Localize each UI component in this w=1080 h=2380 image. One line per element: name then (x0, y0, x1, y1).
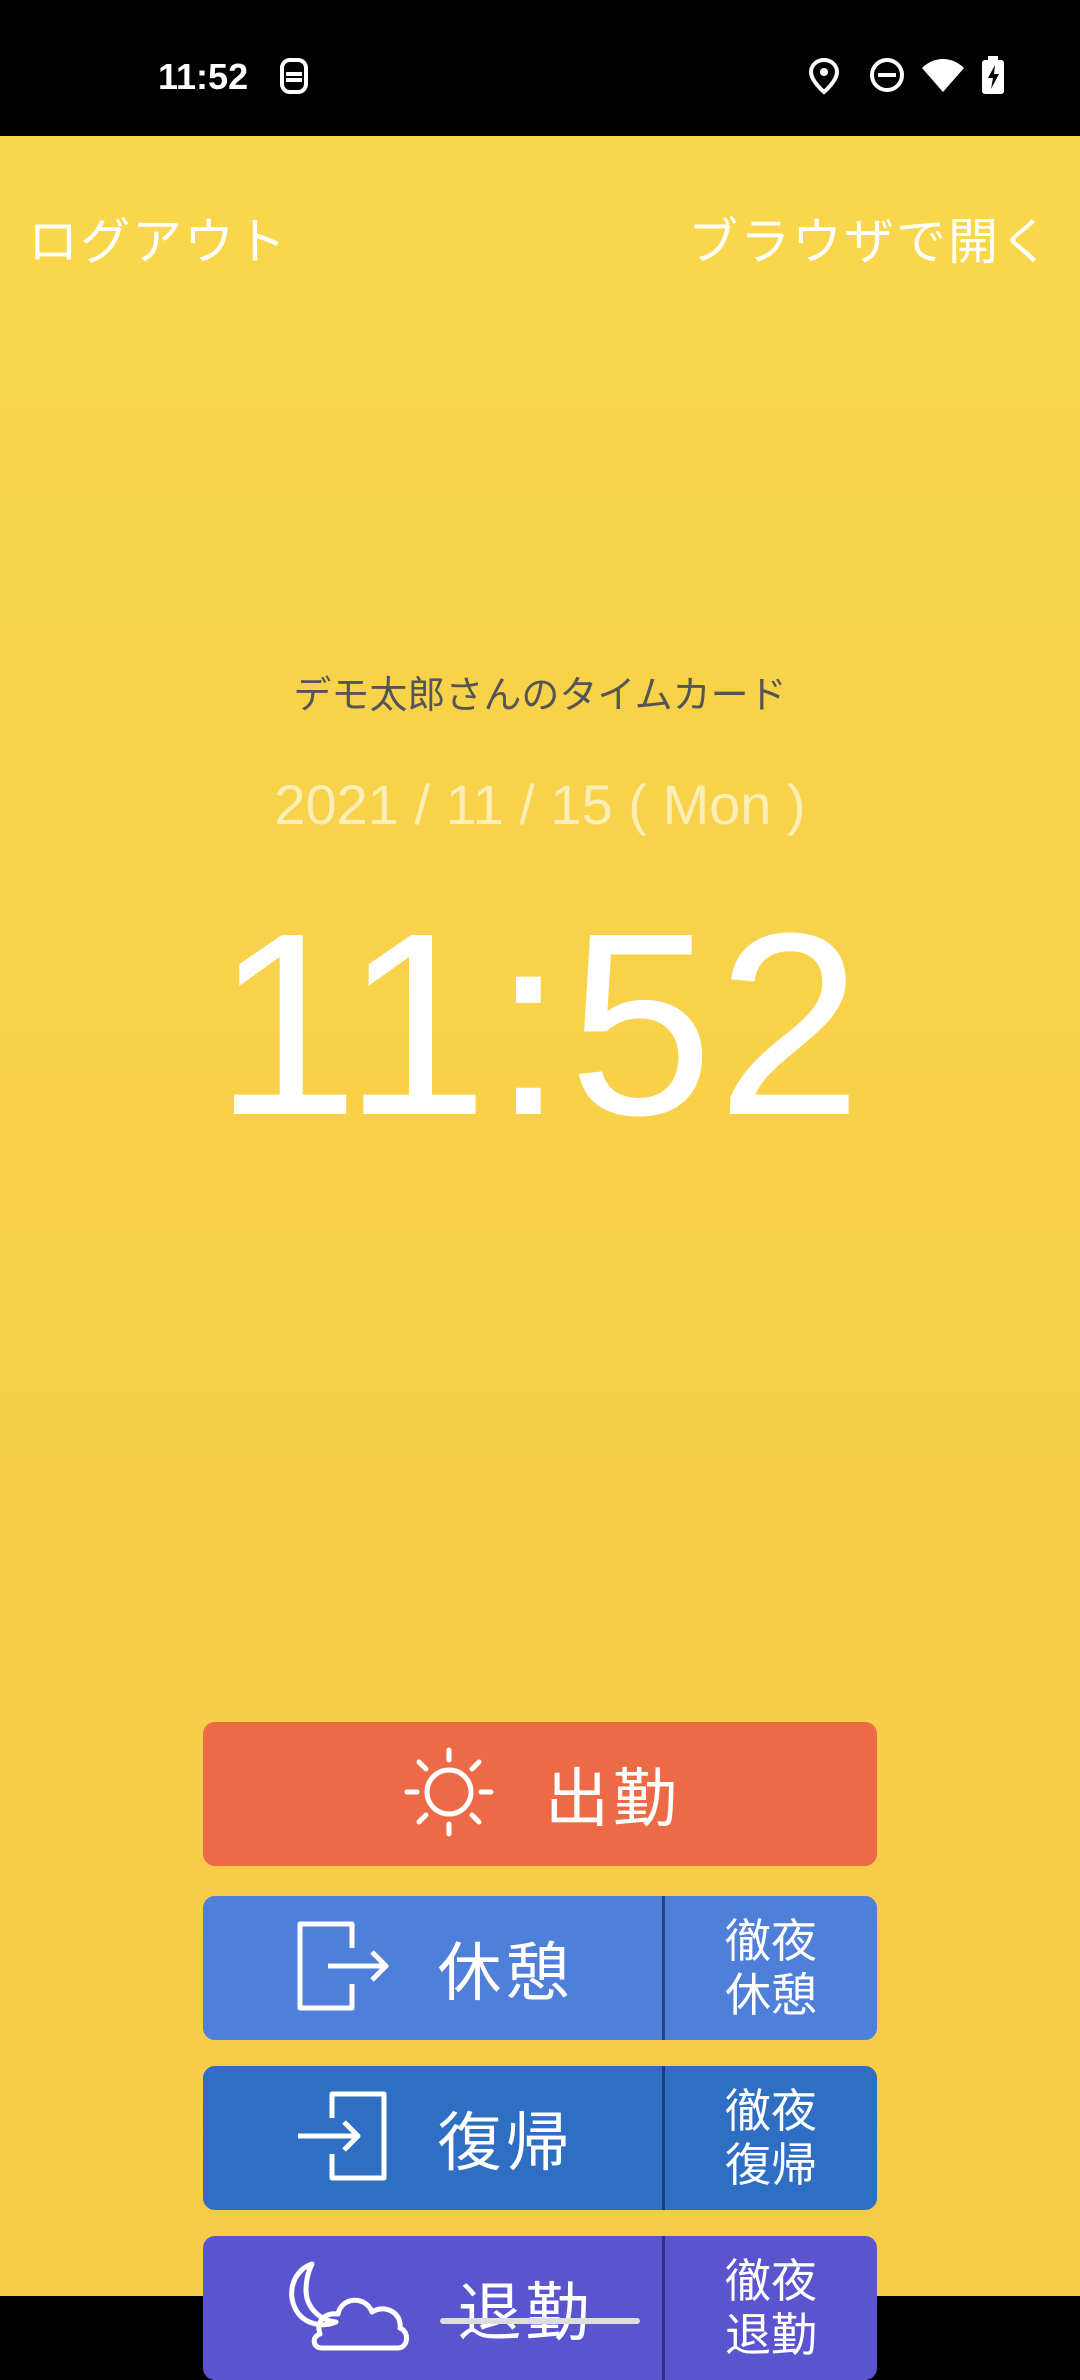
overnight-clock-out-label-1: 徹夜 (725, 2254, 817, 2308)
overnight-return-button[interactable]: 徹夜 復帰 (662, 2066, 877, 2210)
clock-in-label: 出勤 (545, 1763, 681, 1837)
wifi-icon (920, 56, 966, 98)
overnight-return-label-2: 復帰 (725, 2138, 817, 2192)
overnight-break-label-1: 徹夜 (725, 1914, 817, 1968)
open-in-browser-link[interactable]: ブラウザで開く (688, 202, 1052, 274)
break-button-group: 休憩 徹夜 休憩 (203, 1896, 877, 2040)
exit-door-icon (292, 1918, 392, 2018)
do-not-disturb-icon (868, 56, 906, 98)
overnight-break-button[interactable]: 徹夜 休憩 (662, 1896, 877, 2040)
overnight-clock-out-label-2: 退勤 (725, 2308, 817, 2362)
timecard-owner: デモ太郎さんのタイムカード (293, 673, 787, 717)
moon-cloud-icon (272, 2256, 412, 2360)
clock-in-button[interactable]: 出勤 (203, 1722, 877, 1866)
enter-door-icon (292, 2088, 392, 2188)
logout-link[interactable]: ログアウト (28, 202, 288, 274)
location-icon (806, 56, 842, 100)
break-label: 休憩 (437, 1937, 574, 2011)
status-time: 11:52 (158, 56, 249, 97)
app-notification-icon (276, 56, 312, 100)
overnight-clock-out-button[interactable]: 徹夜 退勤 (662, 2236, 877, 2380)
current-time: 11:52 (214, 880, 866, 1170)
return-label: 復帰 (437, 2107, 574, 2181)
overnight-break-label-2: 休憩 (725, 1968, 817, 2022)
clock-out-button-group: 退勤 徹夜 退勤 (203, 2236, 877, 2380)
status-bar: 11:52 (0, 0, 1080, 136)
navigation-gesture-handle[interactable] (440, 2318, 640, 2324)
app-screen: ログアウト ブラウザで開く デモ太郎さんのタイムカード 2021 / 11 / … (0, 136, 1080, 2380)
battery-charging-icon (980, 56, 1006, 100)
return-button[interactable]: 復帰 (203, 2066, 662, 2210)
current-date: 2021 / 11 / 15 ( Mon ) (274, 773, 806, 836)
sun-icon (399, 1742, 499, 1846)
overnight-return-label-1: 徹夜 (725, 2084, 817, 2138)
return-button-group: 復帰 徹夜 復帰 (203, 2066, 877, 2210)
clock-out-label: 退勤 (457, 2277, 594, 2351)
break-button[interactable]: 休憩 (203, 1896, 662, 2040)
clock-out-button[interactable]: 退勤 (203, 2236, 662, 2380)
